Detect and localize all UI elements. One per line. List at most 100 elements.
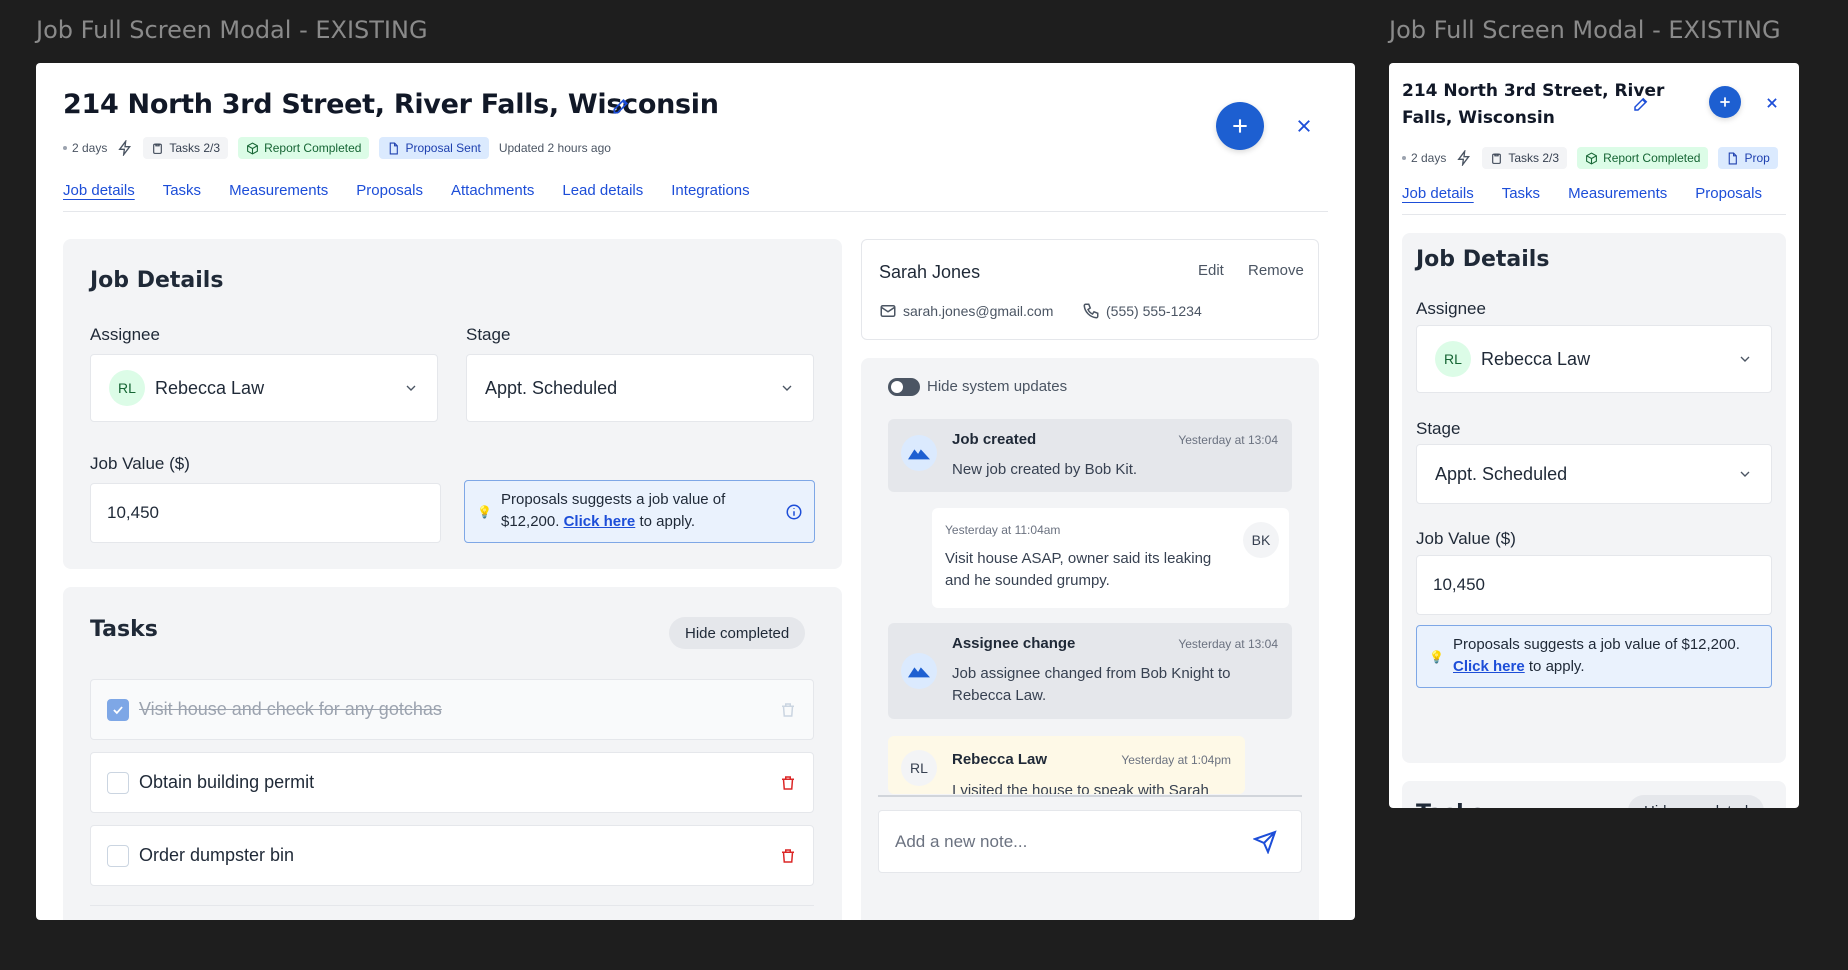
job-age: 2 days [1402,151,1446,165]
tab-job-details[interactable]: Job details [63,182,135,199]
activity-item: Assignee change Yesterday at 13:04 Job a… [888,623,1292,719]
send-icon[interactable] [1253,830,1277,854]
job-modal-small: 214 North 3rd Street, River Falls, Wisco… [1389,63,1799,808]
edit-contact-button[interactable]: Edit [1198,262,1224,279]
report-completed-chip[interactable]: Report Completed [238,137,370,159]
stage-label: Stage [1416,419,1461,438]
tab-bar: Job details Tasks Measurements Proposals [1402,185,1786,215]
close-icon [1298,120,1310,132]
phone-icon [1083,303,1099,319]
proposal-sent-chip[interactable]: Prop [1718,147,1778,169]
job-value-suggestion: 💡 Proposals suggests a job value of $12,… [464,480,815,543]
contact-phone[interactable]: (555) 555-1234 [1082,302,1202,320]
stage-select[interactable]: Appt. Scheduled [1416,444,1772,504]
apply-suggestion-link[interactable]: Click here [564,513,636,530]
close-button[interactable] [1752,83,1792,123]
remove-contact-button[interactable]: Remove [1248,262,1304,279]
tab-tasks[interactable]: Tasks [1502,185,1540,202]
activity-note: RL Rebecca Law Yesterday at 1:04pm I vis… [888,736,1245,794]
add-button[interactable] [1709,86,1741,118]
tasks-chip[interactable]: Tasks 2/3 [1482,147,1568,169]
chevron-down-icon [406,385,416,391]
tab-tasks[interactable]: Tasks [163,182,201,199]
tab-attachments[interactable]: Attachments [451,182,534,199]
tasks-title: Tasks [90,617,158,642]
job-details-panel: Job Details Assignee RL Rebecca Law Stag… [63,239,842,569]
chevron-down-icon [1740,356,1750,362]
divider [90,905,814,906]
info-icon[interactable] [785,503,803,521]
hide-system-updates-toggle[interactable] [888,378,920,396]
author-avatar: BK [1243,522,1279,558]
bolt-icon [118,140,132,156]
job-age: 2 days [63,141,107,155]
task-checkbox[interactable] [107,844,129,867]
assignee-avatar: RL [1435,341,1471,377]
tab-job-details[interactable]: Job details [1402,185,1474,202]
company-logo-icon [901,653,937,689]
add-note-input[interactable]: Add a new note... [878,810,1302,873]
frame-label-small: Job Full Screen Modal - EXISTING [1389,16,1781,44]
lightbulb-icon: 💡 [1429,650,1444,664]
trash-icon[interactable] [779,701,797,719]
tab-measurements[interactable]: Measurements [1568,185,1667,202]
mail-icon [880,305,896,317]
assignee-select[interactable]: RL Rebecca Law [1416,325,1772,393]
job-value-input[interactable]: 10,450 [1416,555,1772,615]
trash-icon[interactable] [779,774,797,792]
apply-suggestion-link[interactable]: Click here [1453,658,1525,675]
scroll-divider [878,795,1302,797]
trash-icon[interactable] [779,847,797,865]
tasks-panel: Tasks Hide completed [1402,781,1786,808]
add-button[interactable] [1216,102,1264,150]
task-checkbox[interactable] [107,771,129,794]
job-modal-main: 214 North 3rd Street, River Falls, Wisco… [36,63,1355,920]
bolt-icon [1457,150,1471,166]
plus-icon [1720,97,1730,107]
task-row[interactable]: Obtain building permit [90,752,814,813]
task-label: Visit house and check for any gotchas [139,699,442,719]
activity-item: Job created Yesterday at 13:04 New job c… [888,419,1292,492]
assignee-select[interactable]: RL Rebecca Law [90,354,438,422]
tab-integrations[interactable]: Integrations [671,182,749,199]
assignee-label: Assignee [1416,299,1486,318]
job-value-input[interactable]: 10,450 [90,483,441,543]
hide-completed-button[interactable]: Hide completed [1628,795,1765,808]
tasks-chip[interactable]: Tasks 2/3 [143,137,229,159]
tab-proposals[interactable]: Proposals [356,182,423,199]
hide-completed-button[interactable]: Hide completed [669,617,806,649]
contact-email[interactable]: sarah.jones@gmail.com [879,302,1053,320]
edit-pencil-icon[interactable] [1632,95,1650,113]
task-row[interactable]: Visit house and check for any gotchas [90,679,814,740]
tab-proposals[interactable]: Proposals [1695,185,1762,202]
task-checkbox[interactable] [107,698,129,721]
tasks-panel: Tasks Hide completed Visit house and che… [63,587,842,920]
task-label: Obtain building permit [139,772,315,792]
close-button[interactable] [1284,106,1324,146]
stage-label: Stage [466,325,511,344]
cube-icon [1586,151,1597,165]
company-logo-icon [901,435,937,471]
updated-time: Updated 2 hours ago [498,141,611,155]
proposal-sent-chip[interactable]: Proposal Sent [379,137,489,159]
toggle-label: Hide system updates [927,378,1068,395]
plus-icon [1233,119,1247,133]
tab-bar: Job details Tasks Measurements Proposals… [63,182,1328,212]
activity-note: Yesterday at 11:04am BK Visit house ASAP… [932,508,1289,608]
task-row[interactable]: Order dumpster bin [90,825,814,886]
chevron-down-icon [782,385,792,391]
edit-pencil-icon[interactable] [611,96,631,116]
stage-value: Appt. Scheduled [485,377,618,398]
check-icon [113,705,123,714]
stage-select[interactable]: Appt. Scheduled [466,354,814,422]
job-details-panel: Job Details Assignee RL Rebecca Law Stag… [1402,233,1786,763]
job-details-title: Job Details [1416,247,1550,272]
activity-panel: Hide system updates Job created Yesterda… [861,358,1319,920]
tab-measurements[interactable]: Measurements [229,182,328,199]
report-completed-chip[interactable]: Report Completed [1577,147,1709,169]
page-title-small: 214 North 3rd Street, River Falls, Wisco… [1402,81,1665,128]
close-icon [1767,98,1777,108]
job-value-label: Job Value ($) [90,454,190,473]
tab-lead-details[interactable]: Lead details [562,182,643,199]
lightbulb-icon: 💡 [477,505,492,519]
